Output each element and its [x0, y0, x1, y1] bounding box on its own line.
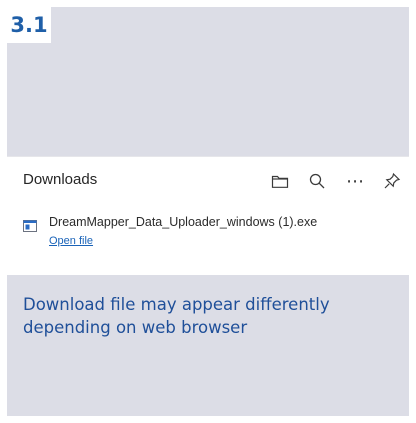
open-file-link[interactable]: Open file [49, 235, 93, 247]
downloads-panel: Downloads ⋯ DreamMapper_Data_Uploader_wi… [7, 156, 409, 275]
more-icon[interactable]: ⋯ [344, 170, 366, 192]
folder-icon[interactable] [269, 170, 291, 192]
exe-file-icon [23, 219, 37, 233]
step-badge: 3.1 [7, 7, 51, 43]
pin-icon[interactable] [381, 170, 403, 192]
downloads-title: Downloads [23, 171, 98, 188]
download-file-name: DreamMapper_Data_Uploader_windows (1).ex… [49, 215, 318, 229]
instruction-frame: 3.1 Downloads ⋯ DreamMapper_Data_Uploade… [7, 7, 409, 416]
downloads-header: Downloads ⋯ [7, 157, 409, 203]
search-icon[interactable] [306, 170, 328, 192]
instruction-caption: Download file may appear differently dep… [23, 295, 330, 337]
download-item[interactable]: DreamMapper_Data_Uploader_windows (1).ex… [7, 209, 409, 265]
more-glyph: ⋯ [346, 171, 364, 191]
